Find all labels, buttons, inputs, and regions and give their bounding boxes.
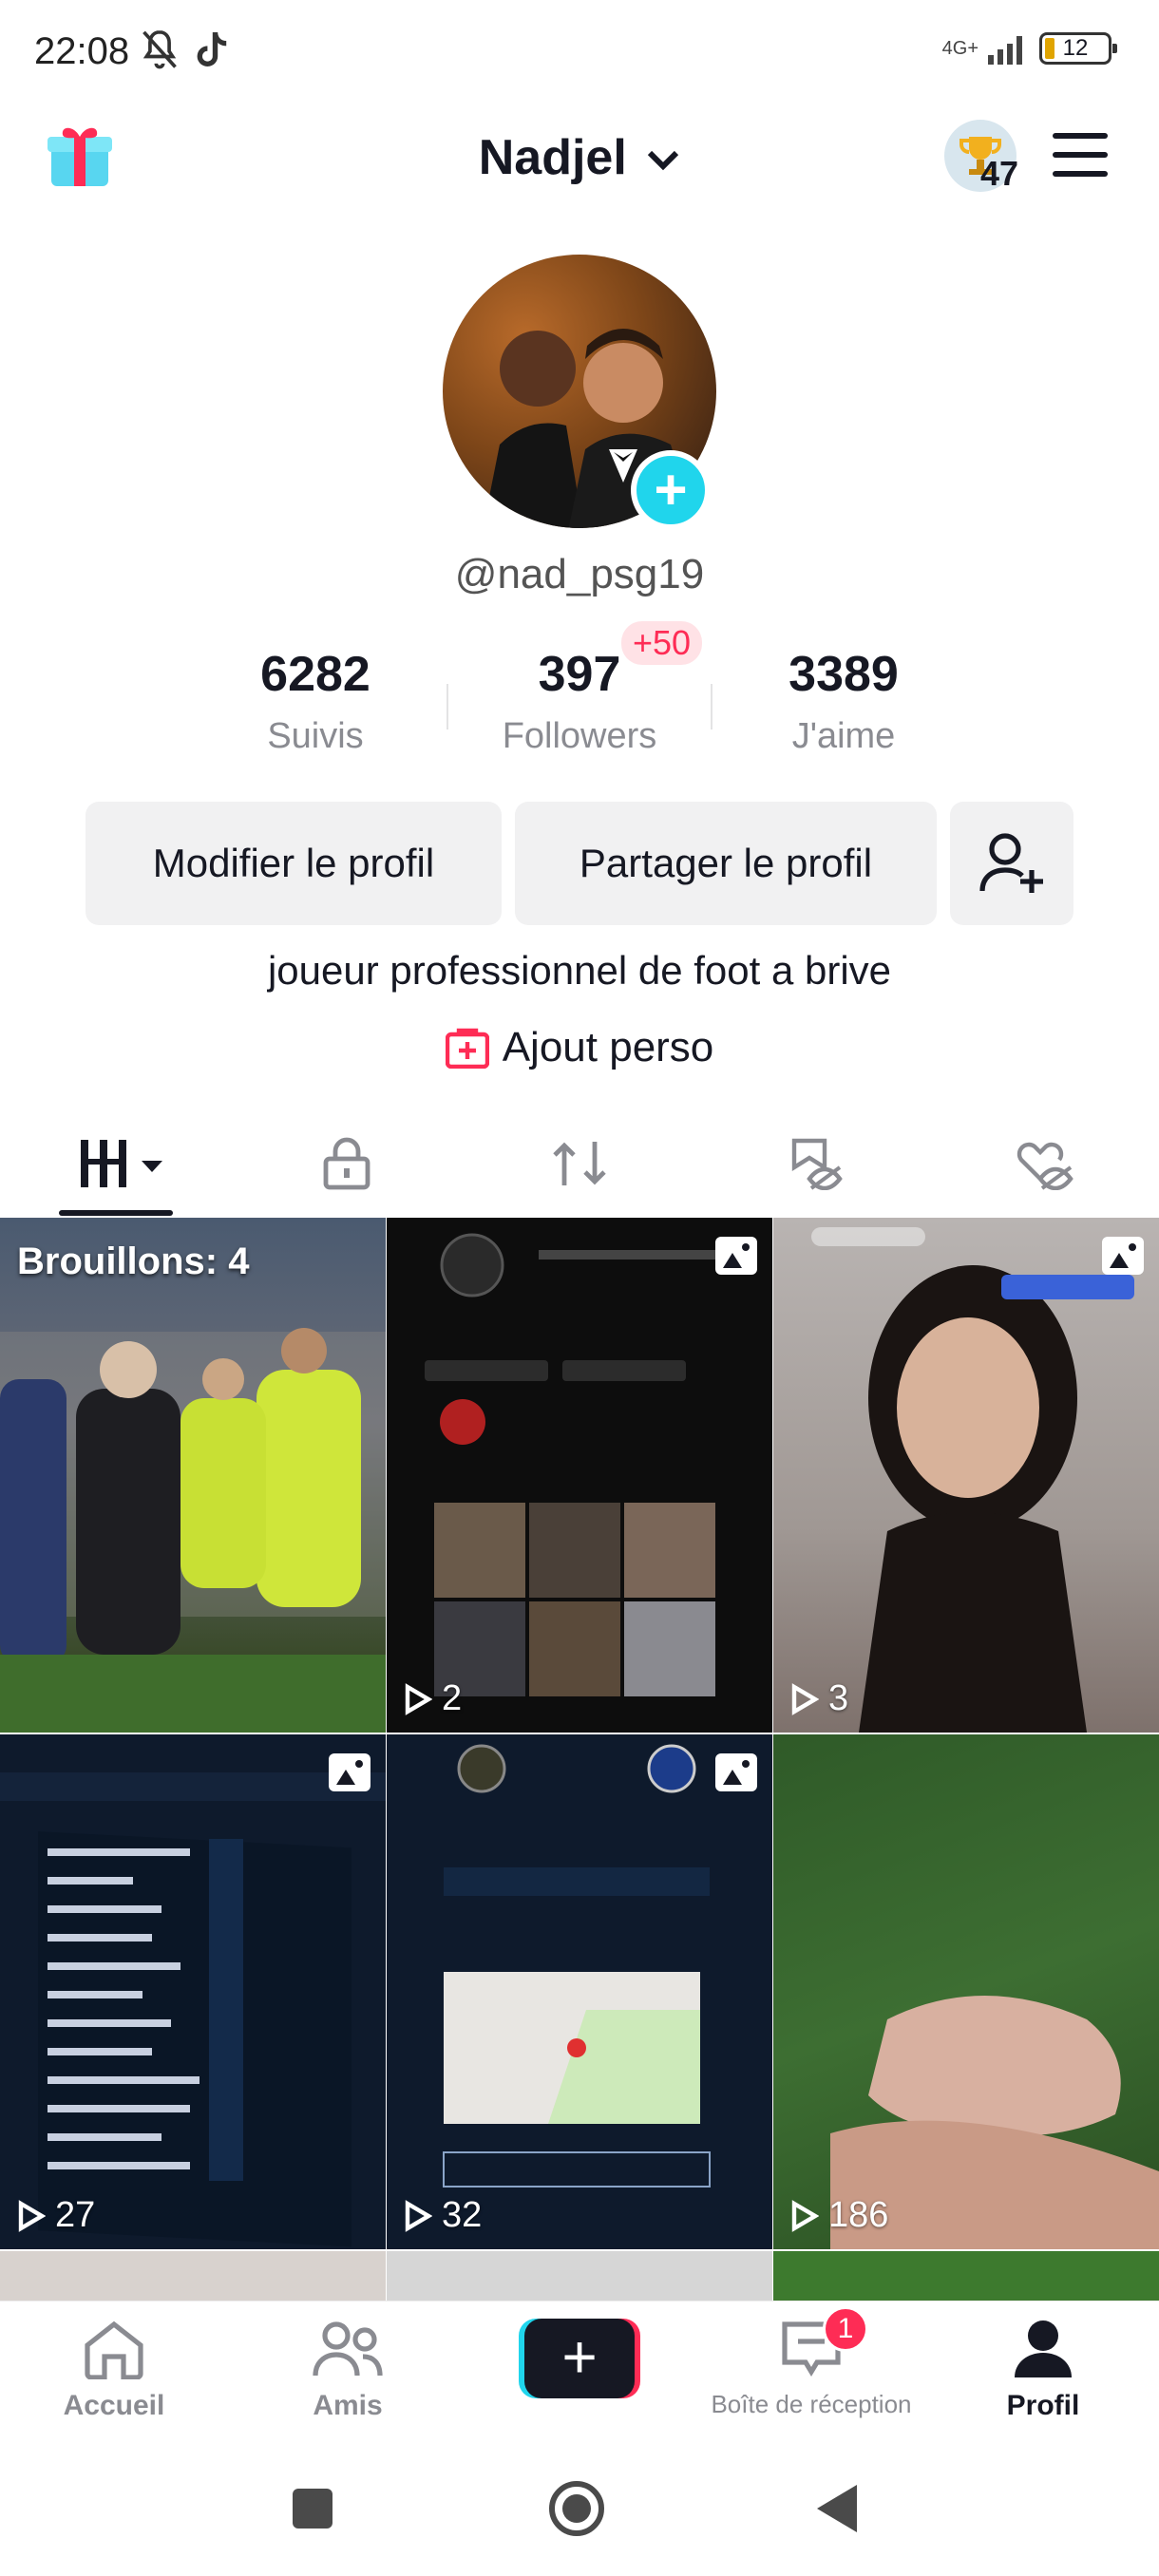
status-right: 4G+ 12 bbox=[941, 32, 1117, 65]
play-icon bbox=[18, 2199, 46, 2232]
add-story-button[interactable]: + bbox=[631, 450, 711, 530]
photo-post-icon bbox=[329, 1753, 370, 1791]
video-thumbnail bbox=[811, 1227, 1134, 1733]
play-icon bbox=[791, 1682, 819, 1715]
photo-post-icon bbox=[715, 1753, 757, 1791]
account-username: Nadjel bbox=[478, 130, 627, 185]
stat-likes-label: J'aime bbox=[791, 716, 896, 756]
video-tile[interactable]: 186 bbox=[773, 1734, 1159, 2249]
plus-icon: + bbox=[524, 2319, 635, 2398]
play-icon bbox=[405, 1682, 432, 1715]
home-button[interactable] bbox=[547, 2479, 606, 2538]
active-tab-indicator bbox=[59, 1210, 173, 1216]
view-count-value: 3 bbox=[828, 1678, 849, 1718]
nav-inbox-label: Boîte de réception bbox=[711, 2390, 912, 2418]
status-bar: 22:08 4G+ 12 bbox=[0, 0, 1159, 104]
view-count: 32 bbox=[404, 2195, 482, 2236]
inbox-unread-badge: 1 bbox=[823, 2306, 868, 2352]
profile-handle: @nad_psg19 bbox=[454, 551, 705, 597]
menu-icon[interactable] bbox=[1053, 133, 1108, 190]
video-tile[interactable]: 32 bbox=[387, 1734, 772, 2249]
edit-profile-button[interactable]: Modifier le profil bbox=[86, 802, 502, 925]
system-navigation-bar bbox=[0, 2441, 1159, 2576]
heart-hidden-icon bbox=[1016, 1142, 1074, 1190]
network-type: 4G+ bbox=[941, 38, 978, 59]
profile-header: Nadjel 47 bbox=[0, 104, 1159, 218]
content-tabs bbox=[0, 1109, 1159, 1218]
play-icon bbox=[791, 2199, 819, 2232]
battery-indicator: 12 bbox=[1039, 32, 1117, 65]
video-tile[interactable] bbox=[387, 2251, 772, 2308]
nav-profile[interactable]: Profil bbox=[929, 2319, 1157, 2422]
nav-inbox[interactable]: Boîte de réception bbox=[697, 2319, 925, 2419]
video-thumbnail bbox=[425, 1233, 729, 1696]
view-count: 186 bbox=[790, 2195, 888, 2236]
lock-icon bbox=[323, 1137, 370, 1190]
share-profile-button[interactable]: Partager le profil bbox=[515, 802, 937, 925]
nav-home[interactable]: Accueil bbox=[0, 2319, 228, 2422]
profile-icon bbox=[1015, 2320, 1072, 2377]
create-button[interactable]: + bbox=[519, 2319, 640, 2398]
view-count: 3 bbox=[790, 1678, 848, 1719]
profile-link[interactable]: Ajout perso bbox=[0, 1024, 1159, 1071]
stat-followers-label: Followers bbox=[502, 716, 657, 756]
tab-videos[interactable] bbox=[76, 1130, 171, 1197]
video-tile[interactable] bbox=[773, 2251, 1159, 2308]
tab-reposts[interactable] bbox=[542, 1130, 618, 1197]
followers-delta-badge: +50 bbox=[621, 621, 703, 665]
bookmark-hidden-icon bbox=[791, 1138, 843, 1190]
video-thumbnail bbox=[443, 1744, 711, 2188]
repost-icon bbox=[553, 1142, 606, 1185]
video-tile[interactable]: 3 bbox=[773, 1218, 1159, 1733]
bell-off-icon bbox=[142, 29, 177, 69]
add-friends-button[interactable] bbox=[950, 802, 1074, 925]
nav-friends[interactable]: Amis bbox=[234, 2319, 462, 2422]
stat-following-label: Suivis bbox=[267, 716, 364, 756]
video-tile[interactable]: 27 bbox=[0, 1734, 386, 2249]
friends-icon bbox=[313, 2321, 383, 2377]
home-icon bbox=[85, 2320, 143, 2380]
nav-friends-label: Amis bbox=[313, 2390, 383, 2421]
drafts-tile[interactable]: Brouillons: 4 bbox=[0, 1218, 386, 1733]
photo-post-icon bbox=[1102, 1237, 1144, 1275]
nav-profile-label: Profil bbox=[1006, 2390, 1080, 2421]
profile-link-label: Ajout perso bbox=[502, 1024, 714, 1070]
view-count-value: 32 bbox=[442, 2195, 483, 2235]
view-count-value: 27 bbox=[55, 2195, 96, 2235]
bottom-navigation: Accueil Amis + Boîte de réception Profil bbox=[0, 2301, 1159, 2441]
status-time: 22:08 bbox=[34, 30, 130, 72]
view-count-value: 2 bbox=[442, 1678, 463, 1718]
drafts-label: Brouillons: 4 bbox=[17, 1241, 250, 1282]
stat-likes-count: 3389 bbox=[788, 647, 899, 702]
stat-following-count: 6282 bbox=[260, 647, 370, 702]
view-count: 2 bbox=[404, 1678, 462, 1719]
video-tile[interactable] bbox=[0, 2251, 386, 2308]
drafts-thumbnail bbox=[0, 1328, 386, 1733]
battery-level: 12 bbox=[1062, 35, 1089, 61]
photo-post-icon bbox=[715, 1237, 757, 1275]
nav-home-label: Accueil bbox=[63, 2390, 165, 2421]
view-count-value: 186 bbox=[828, 2195, 889, 2235]
stat-likes[interactable]: 3389 J'aime bbox=[711, 646, 977, 757]
video-tile[interactable]: 2 bbox=[387, 1218, 772, 1733]
tab-saved[interactable] bbox=[777, 1130, 853, 1197]
signal-icon bbox=[988, 36, 1022, 65]
video-thumbnail bbox=[830, 1996, 1159, 2249]
view-count: 27 bbox=[17, 2195, 95, 2236]
back-button[interactable] bbox=[815, 2483, 859, 2534]
tab-private[interactable] bbox=[309, 1130, 385, 1197]
add-user-icon bbox=[979, 833, 1043, 893]
add-square-icon bbox=[445, 1028, 489, 1069]
recent-apps-button[interactable] bbox=[291, 2487, 334, 2530]
tab-liked[interactable] bbox=[1007, 1130, 1083, 1197]
profile-bio: joueur professionnel de foot a brive bbox=[267, 948, 892, 993]
chevron-down-icon bbox=[648, 151, 679, 171]
play-icon bbox=[405, 2199, 432, 2232]
grid-icon bbox=[81, 1140, 162, 1187]
stat-following[interactable]: 6282 Suivis bbox=[182, 646, 448, 757]
video-thumbnail bbox=[0, 1772, 386, 2247]
tiktok-notification-icon bbox=[197, 32, 227, 66]
profile-stats: 6282 Suivis 397 Followers 3389 J'aime bbox=[0, 646, 1159, 769]
trophy-count: 47 bbox=[979, 154, 1018, 193]
